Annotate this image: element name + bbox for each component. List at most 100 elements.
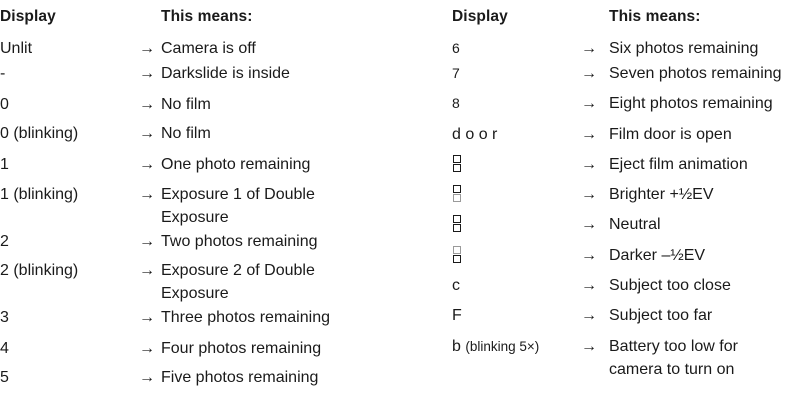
arrow-icon: → [139, 186, 155, 203]
arrow-icon: → [581, 277, 597, 294]
left-header: Display This means: [0, 0, 400, 34]
display-text: - [0, 65, 6, 82]
display-text: 6 [452, 40, 460, 56]
table-row: 2 → Two photos remaining [0, 227, 400, 256]
display-value: 2 (blinking) [0, 259, 78, 282]
display-text: F [452, 307, 462, 324]
meaning-line: Five photos remaining [161, 369, 319, 386]
display-value: Unlit [0, 37, 32, 60]
table-row: 3 → Three photos remaining [0, 303, 400, 334]
meaning-text: Film door is open [609, 123, 732, 146]
meaning-line: Neutral [609, 216, 661, 233]
display-value: 1 (blinking) [0, 183, 78, 206]
meaning-line: Exposure [161, 285, 229, 302]
means-header: This means: [161, 8, 253, 25]
table-row: → Darker –½EV [452, 241, 812, 271]
table-row: 4 → Four photos remaining [0, 334, 400, 363]
arrow-icon: → [139, 233, 155, 250]
meaning-line: Subject too close [609, 277, 731, 294]
arrow-icon: → [581, 186, 597, 203]
display-value [452, 183, 462, 212]
right-column: Display This means: 6 → Six photos remaini… [452, 0, 812, 378]
display-value: c [452, 274, 460, 297]
darker-segment-icon [452, 246, 462, 268]
arrow-icon: → [581, 216, 597, 233]
display-value: b (blinking 5×) [452, 335, 539, 358]
meaning-line: Two photos remaining [161, 233, 318, 250]
arrow-icon: → [139, 262, 155, 279]
table-row: b (blinking 5×) → Battery too low for camer… [452, 332, 812, 378]
display-text: 5 [0, 369, 9, 386]
meaning-line: Exposure 2 of Double [161, 262, 315, 279]
table-row: 1 (blinking) → Exposure 1 of Double Exposur… [0, 180, 400, 227]
meaning-line: Eject film animation [609, 156, 748, 173]
meaning-line: Subject too far [609, 307, 713, 324]
display-value: 2 [0, 230, 9, 253]
meaning-text: Brighter +½EV [609, 183, 714, 206]
arrow-icon: → [581, 126, 597, 143]
meaning-line: Darker –½EV [609, 247, 706, 264]
meaning-text: Five photos remaining [161, 366, 318, 389]
meaning-line: Four photos remaining [161, 340, 322, 357]
display-text: 0 (blinking) [0, 125, 79, 142]
meaning-text: Four photos remaining [161, 337, 321, 360]
meaning-text: No film [161, 93, 211, 116]
table-row: 1 → One photo remaining [0, 150, 400, 180]
meaning-line: Darkslide is inside [161, 65, 290, 82]
arrow-icon: → [581, 156, 597, 173]
display-text: b [452, 338, 461, 355]
right-header: Display This means: [452, 0, 812, 34]
table-row: 8 → Eight photos remaining [452, 89, 812, 120]
meaning-text: Three photos remaining [161, 306, 330, 329]
arrow-icon: → [139, 156, 155, 173]
meaning-text: Six photos remaining [609, 37, 758, 60]
display-value: 6 [452, 37, 460, 60]
meaning-text: Battery too low for camera to turn on [609, 335, 738, 381]
arrow-icon: → [581, 95, 597, 112]
display-text: 3 [0, 309, 9, 326]
display-text: 2 (blinking) [0, 262, 79, 279]
table-row: → Brighter +½EV [452, 180, 812, 210]
arrow-icon: → [581, 40, 597, 57]
display-suffix: (blinking 5×) [465, 339, 540, 354]
table-row: F → Subject too far [452, 301, 812, 332]
meaning-line: One photo remaining [161, 156, 311, 173]
table-row: → Eject film animation [452, 150, 812, 180]
meaning-line: Battery too low for [609, 338, 738, 355]
arrow-icon: → [581, 65, 597, 82]
arrow-icon: → [139, 96, 155, 113]
arrow-icon: → [581, 338, 597, 355]
display-value: d o o r [452, 123, 497, 146]
display-value: 5 [0, 366, 9, 389]
display-value [452, 244, 462, 273]
display-value [452, 153, 462, 182]
meaning-text: Exposure 2 of Double Exposure [161, 259, 315, 305]
left-rows: Unlit → Camera is off - → Darkslide is inside… [0, 34, 400, 393]
table-row: 0 → No film [0, 90, 400, 119]
display-text: 2 [0, 233, 9, 250]
meaning-text: Camera is off [161, 37, 256, 60]
meaning-text: Neutral [609, 213, 661, 236]
display-header: Display [0, 8, 56, 25]
meaning-line: Three photos remaining [161, 309, 330, 326]
display-value: 7 [452, 62, 460, 85]
eject-animation-icon [452, 155, 462, 177]
table-row: 6 → Six photos remaining [452, 34, 812, 59]
meaning-line: Eight photos remaining [609, 95, 773, 112]
meaning-line: Six photos remaining [609, 40, 759, 57]
arrow-icon: → [139, 309, 155, 326]
brighter-segment-icon [452, 185, 462, 207]
means-header: This means: [609, 8, 701, 25]
meaning-line: Seven photos remaining [609, 65, 782, 82]
display-value: 3 [0, 306, 9, 329]
meaning-line: Exposure 1 of Double [161, 186, 315, 203]
meaning-line: No film [161, 125, 211, 142]
table-row: d o o r → Film door is open [452, 120, 812, 150]
display-text: 4 [0, 340, 9, 357]
display-value: 4 [0, 337, 9, 360]
arrow-icon: → [139, 340, 155, 357]
arrow-icon: → [139, 65, 155, 82]
display-text: 0 [0, 96, 9, 113]
display-value: - [0, 62, 5, 85]
display-value: 0 [0, 93, 9, 116]
